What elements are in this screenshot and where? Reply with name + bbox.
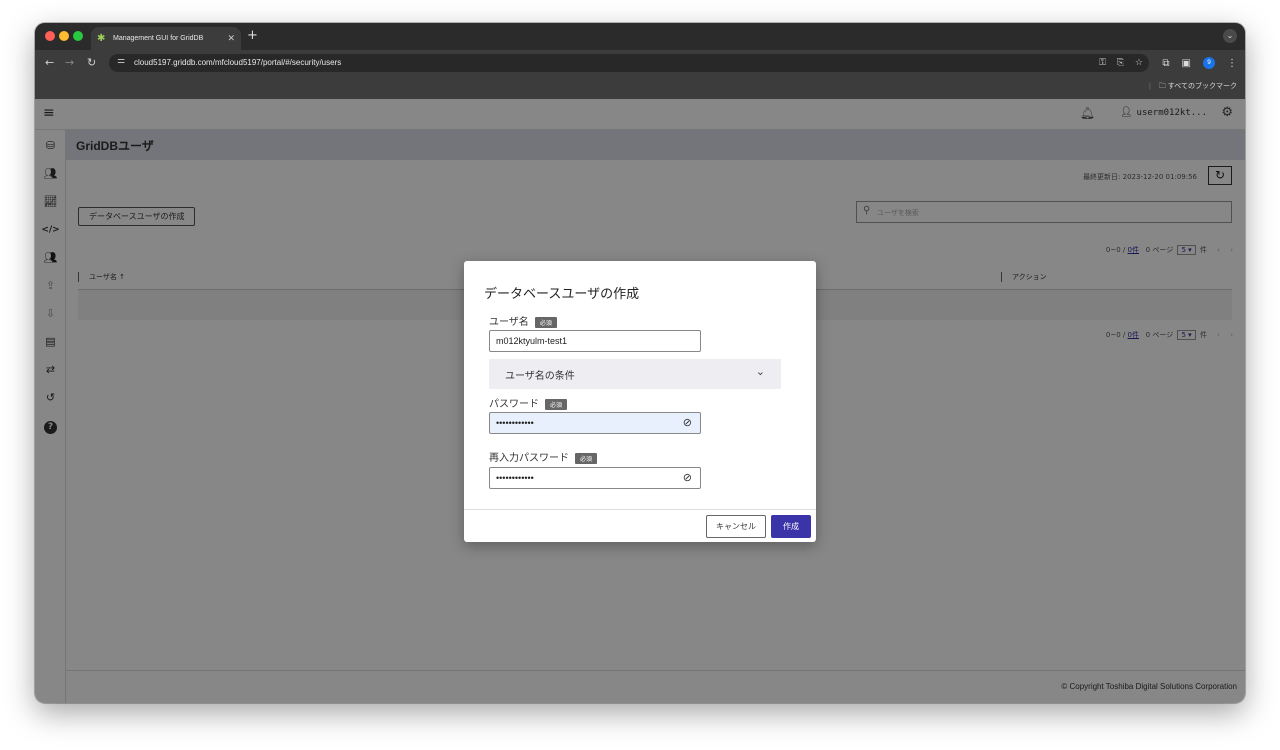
dialog-divider	[464, 509, 816, 510]
reload-icon[interactable]: ↻	[87, 55, 96, 71]
password-field[interactable]: •••••••••••• ⊘	[489, 412, 701, 434]
username-field[interactable]: m012ktyulm-test1	[489, 330, 701, 352]
tab-title: Management GUI for GridDB	[113, 35, 204, 42]
extensions-icon[interactable]: ⧉	[1162, 58, 1169, 69]
tab-bar: ✱ Management GUI for GridDB ✕ + ⌄	[35, 23, 1245, 50]
create-button[interactable]: 作成	[771, 515, 811, 538]
repassword-field[interactable]: •••••••••••• ⊘	[489, 467, 701, 489]
cancel-button[interactable]: キャンセル	[706, 515, 766, 538]
repassword-label: 再入力パスワード 必須	[489, 449, 598, 464]
url-input[interactable]: ⚌ cloud5197.griddb.com/mfcloud5197/porta…	[109, 54, 1149, 72]
maximize-window-button[interactable]	[73, 31, 83, 41]
dialog-title: データベースユーザの作成	[484, 286, 640, 301]
griddb-favicon-icon: ✱	[97, 33, 106, 44]
address-bar: ← → ↻ ⚌ cloud5197.griddb.com/mfcloud5197…	[35, 50, 1245, 76]
eye-off-icon[interactable]: ⊘	[683, 416, 692, 429]
browser-window: ✱ Management GUI for GridDB ✕ + ⌄ ← → ↻ …	[35, 23, 1245, 703]
profile-avatar[interactable]: 9	[1203, 57, 1215, 69]
username-label: ユーザ名 必須	[489, 313, 557, 328]
sidepanel-icon[interactable]: ▣	[1182, 58, 1191, 69]
new-tab-button[interactable]: +	[247, 28, 258, 44]
create-user-dialog: データベースユーザの作成 ユーザ名 必須 m012ktyulm-test1 ユーザ…	[464, 261, 816, 542]
chevron-down-icon: ⌄	[755, 366, 765, 378]
close-window-button[interactable]	[45, 31, 55, 41]
url-text: cloud5197.griddb.com/mfcloud5197/portal/…	[134, 58, 342, 67]
required-badge: 必須	[575, 452, 598, 464]
required-badge: 必須	[534, 316, 557, 328]
browser-tab[interactable]: ✱ Management GUI for GridDB ✕	[91, 27, 241, 50]
password-label: パスワード 必須	[489, 395, 568, 410]
bookmark-bar: | 🗀 すべてのブックマーク	[35, 76, 1245, 99]
back-icon[interactable]: ←	[45, 55, 54, 71]
site-settings-icon[interactable]: ⚌	[117, 56, 125, 66]
forward-icon[interactable]: →	[65, 55, 74, 71]
folder-icon: 🗀	[1158, 83, 1168, 90]
browser-toolbar: ⧉ ▣ 9 ⋮	[1162, 54, 1237, 72]
tab-close-icon[interactable]: ✕	[227, 27, 235, 50]
username-conditions-expander[interactable]: ユーザ名の条件 ⌄	[489, 359, 781, 389]
minimize-window-button[interactable]	[59, 31, 69, 41]
bookmark-star-icon[interactable]: ☆	[1135, 58, 1143, 68]
required-badge: 必須	[545, 398, 568, 410]
key-icon[interactable]: ⚿	[1099, 58, 1106, 68]
app-root: ≡ 🔔︎ 👤︎ userm012kt... ⚙ ⛁ 👥︎ 📈︎ </> 👥︎ ⇪ …	[35, 99, 1245, 703]
eye-off-icon[interactable]: ⊘	[683, 471, 692, 484]
tab-search-button[interactable]: ⌄	[1223, 29, 1237, 43]
all-bookmarks-button[interactable]: | 🗀 すべてのブックマーク	[1149, 81, 1237, 93]
menu-kebab-icon[interactable]: ⋮	[1227, 58, 1237, 69]
translate-icon[interactable]: ⎘	[1117, 58, 1124, 68]
